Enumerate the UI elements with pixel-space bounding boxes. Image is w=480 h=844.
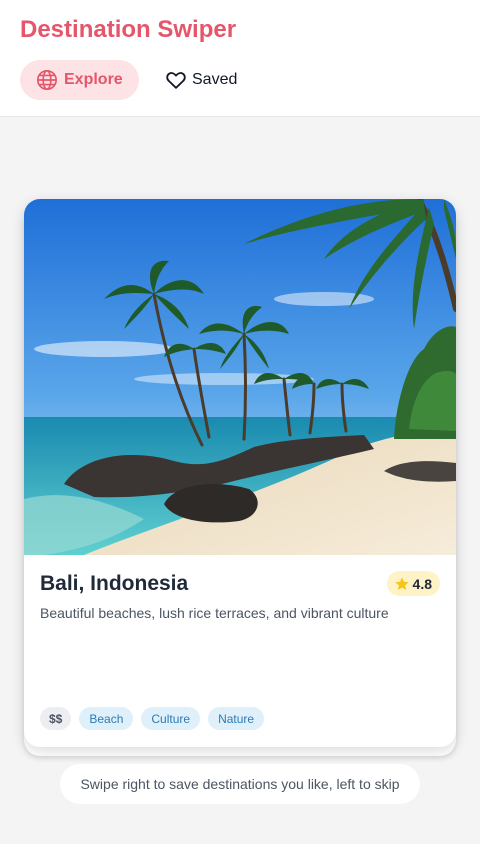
destination-name: Bali, Indonesia [40, 572, 189, 595]
tag-list: $$ Beach Culture Nature [40, 707, 272, 730]
rating-badge: 4.8 [386, 571, 440, 596]
tag-nature: Nature [208, 707, 265, 730]
app-title: Destination Swiper [20, 16, 237, 43]
tab-explore-label: Explore [64, 71, 123, 88]
nav-tabs: Explore Saved [20, 60, 237, 100]
swipe-hint: Swipe right to save destinations you lik… [60, 764, 420, 804]
tag-culture: Culture [141, 707, 201, 730]
destination-card[interactable]: Bali, Indonesia 4.8 Beautiful beaches, l… [24, 199, 456, 747]
tab-explore[interactable]: Explore [20, 60, 139, 100]
price-tag: $$ [40, 707, 72, 730]
tab-saved-label: Saved [192, 71, 238, 88]
destination-description: Beautiful beaches, lush rice terraces, a… [40, 605, 389, 621]
star-icon [394, 576, 410, 592]
app-header: Destination Swiper Explore Saved [0, 0, 480, 117]
globe-icon [36, 69, 58, 91]
heart-icon [165, 69, 187, 91]
rating-value: 4.8 [412, 575, 432, 592]
tab-saved[interactable]: Saved [165, 60, 237, 100]
destination-photo [24, 199, 456, 555]
tag-beach: Beach [79, 707, 134, 730]
